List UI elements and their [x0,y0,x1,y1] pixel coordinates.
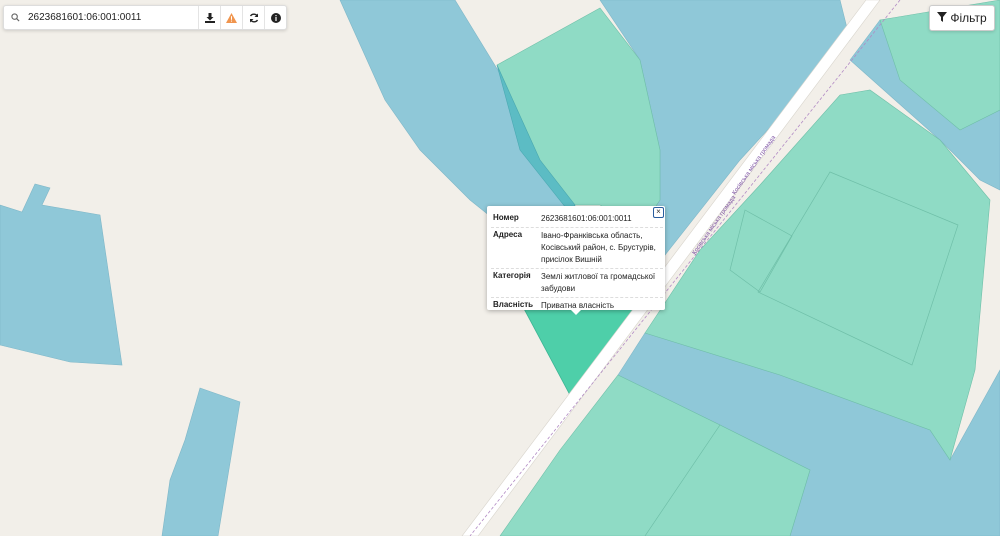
popup-tip [570,309,582,315]
search-toolbar [3,5,287,30]
info-value: Землі житлової та громадської забудови [541,272,656,293]
info-value: Приватна власність [541,301,615,310]
info-row-number: Номер 2623681601:06:001:0011 [491,211,663,228]
info-row-category: Категорія Землі житлової та громадської … [491,269,663,298]
info-key: Адреса [493,230,523,239]
filter-icon [937,11,948,25]
info-value: Івано-Франківська область, Косівський ра… [541,231,656,264]
info-key: Категорія [493,271,531,280]
refresh-icon[interactable] [242,6,264,29]
info-value: 2623681601:06:001:0011 [541,214,632,223]
parcel-blue[interactable] [161,387,241,536]
info-key: Власність [493,300,534,309]
filter-label: Фільтр [950,11,987,25]
info-key: Номер [493,213,519,222]
parcel-blue[interactable] [0,183,123,366]
cadastral-number-input[interactable] [26,8,198,27]
parcel-info-table: Номер 2623681601:06:001:0011 Адреса Іван… [491,211,663,314]
parcel-info-popup: × Номер 2623681601:06:001:0011 Адреса Ів… [487,206,665,310]
download-icon[interactable] [198,6,220,29]
warning-icon[interactable] [220,6,242,29]
filter-button[interactable]: Фільтр [929,5,995,31]
info-icon[interactable] [264,6,286,29]
search-icon [4,13,26,22]
info-row-address: Адреса Івано-Франківська область, Косівс… [491,228,663,269]
